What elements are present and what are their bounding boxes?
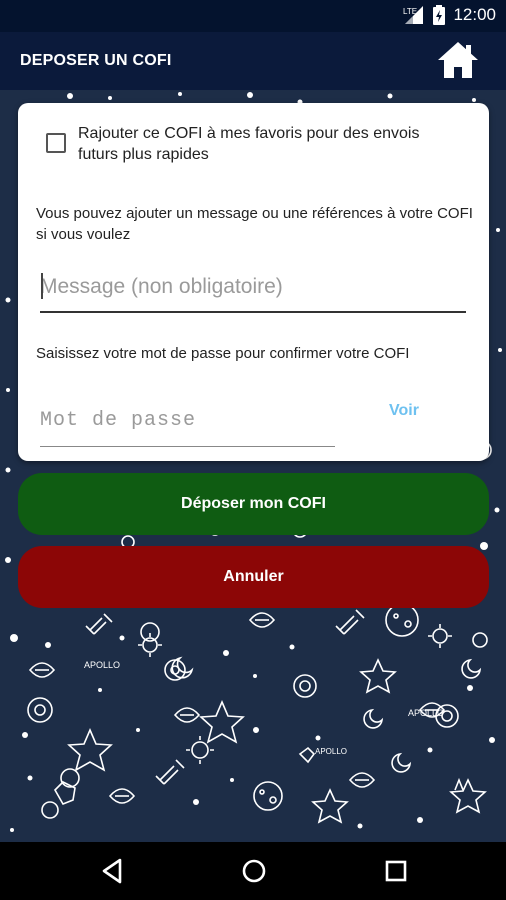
deposit-form-card: Rajouter ce COFI à mes favoris pour des … <box>18 103 489 461</box>
show-password-button[interactable]: Voir <box>389 402 419 420</box>
app-bar: DEPOSER UN COFI <box>0 32 506 90</box>
signal-icon: LTE <box>403 6 424 24</box>
favorite-checkbox[interactable] <box>46 133 66 153</box>
pattern-text: APOLLO <box>408 708 444 718</box>
recents-icon[interactable] <box>382 856 410 886</box>
status-bar: LTE 12:00 <box>0 0 506 32</box>
back-icon[interactable] <box>98 856 126 886</box>
message-input[interactable] <box>40 263 466 313</box>
home-circle-icon[interactable] <box>240 856 268 886</box>
favorite-row[interactable]: Rajouter ce COFI à mes favoris pour des … <box>46 123 458 165</box>
password-input[interactable] <box>40 395 335 447</box>
status-time: 12:00 <box>453 5 496 24</box>
pattern-text: APOLLO <box>315 747 347 756</box>
pattern-text: APOLLO <box>84 660 120 670</box>
message-intro: Vous pouvez ajouter un message ou une ré… <box>36 205 473 243</box>
navigation-bar <box>0 842 506 900</box>
home-icon[interactable] <box>436 40 480 80</box>
battery-icon <box>433 5 446 25</box>
page-title: DEPOSER UN COFI <box>20 52 172 69</box>
cancel-button[interactable]: Annuler <box>18 546 489 608</box>
deposit-button[interactable]: Déposer mon COFI <box>18 473 489 535</box>
password-intro: Saisissez votre mot de passe pour confir… <box>36 345 410 362</box>
favorite-label[interactable]: Rajouter ce COFI à mes favoris pour des … <box>78 123 458 165</box>
status-icons: LTE 12:00 <box>403 5 496 25</box>
text-cursor <box>41 273 43 299</box>
